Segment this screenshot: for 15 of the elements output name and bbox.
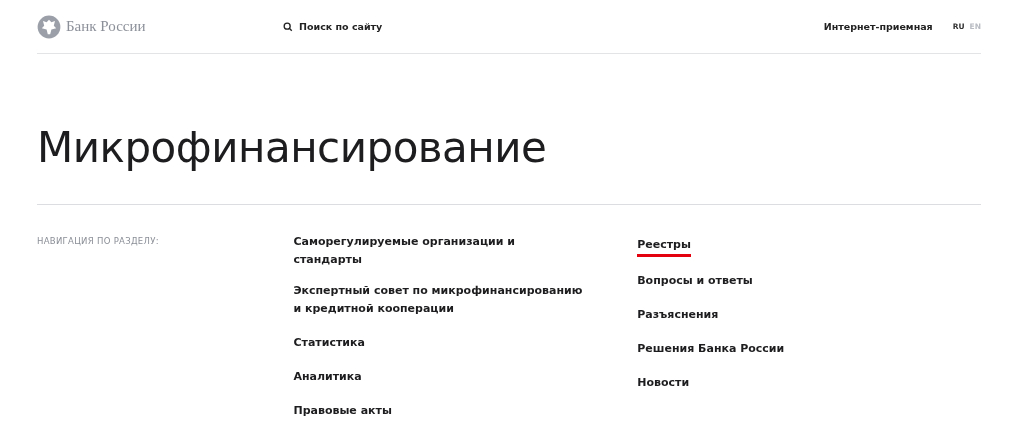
search-button[interactable]: Поиск по сайту xyxy=(283,21,383,32)
section-link[interactable]: Вопросы и ответы xyxy=(637,272,753,291)
section-link[interactable]: Экспертный совет по микрофинансированию и кредитной кооперации xyxy=(293,282,584,319)
section-link[interactable]: Саморегулируемые организации и стандарты xyxy=(293,233,584,270)
page-title: Микрофинансирование xyxy=(37,54,981,205)
reception-link[interactable]: Интернет-приемная xyxy=(823,21,933,32)
search-icon xyxy=(283,21,293,32)
section-link[interactable]: Статистика xyxy=(293,334,365,353)
nav-label: НАВИГАЦИЯ ПО РАЗДЕЛУ: xyxy=(37,235,160,248)
section-link[interactable]: Аналитика xyxy=(293,368,362,387)
section-link[interactable]: Решения Банка России xyxy=(637,340,785,359)
section-link[interactable]: Реестры xyxy=(637,236,691,257)
section-link[interactable]: Правовые акты xyxy=(293,402,392,421)
section-link[interactable]: Новости xyxy=(637,374,690,393)
section-link[interactable]: Разъяснения xyxy=(637,306,719,325)
